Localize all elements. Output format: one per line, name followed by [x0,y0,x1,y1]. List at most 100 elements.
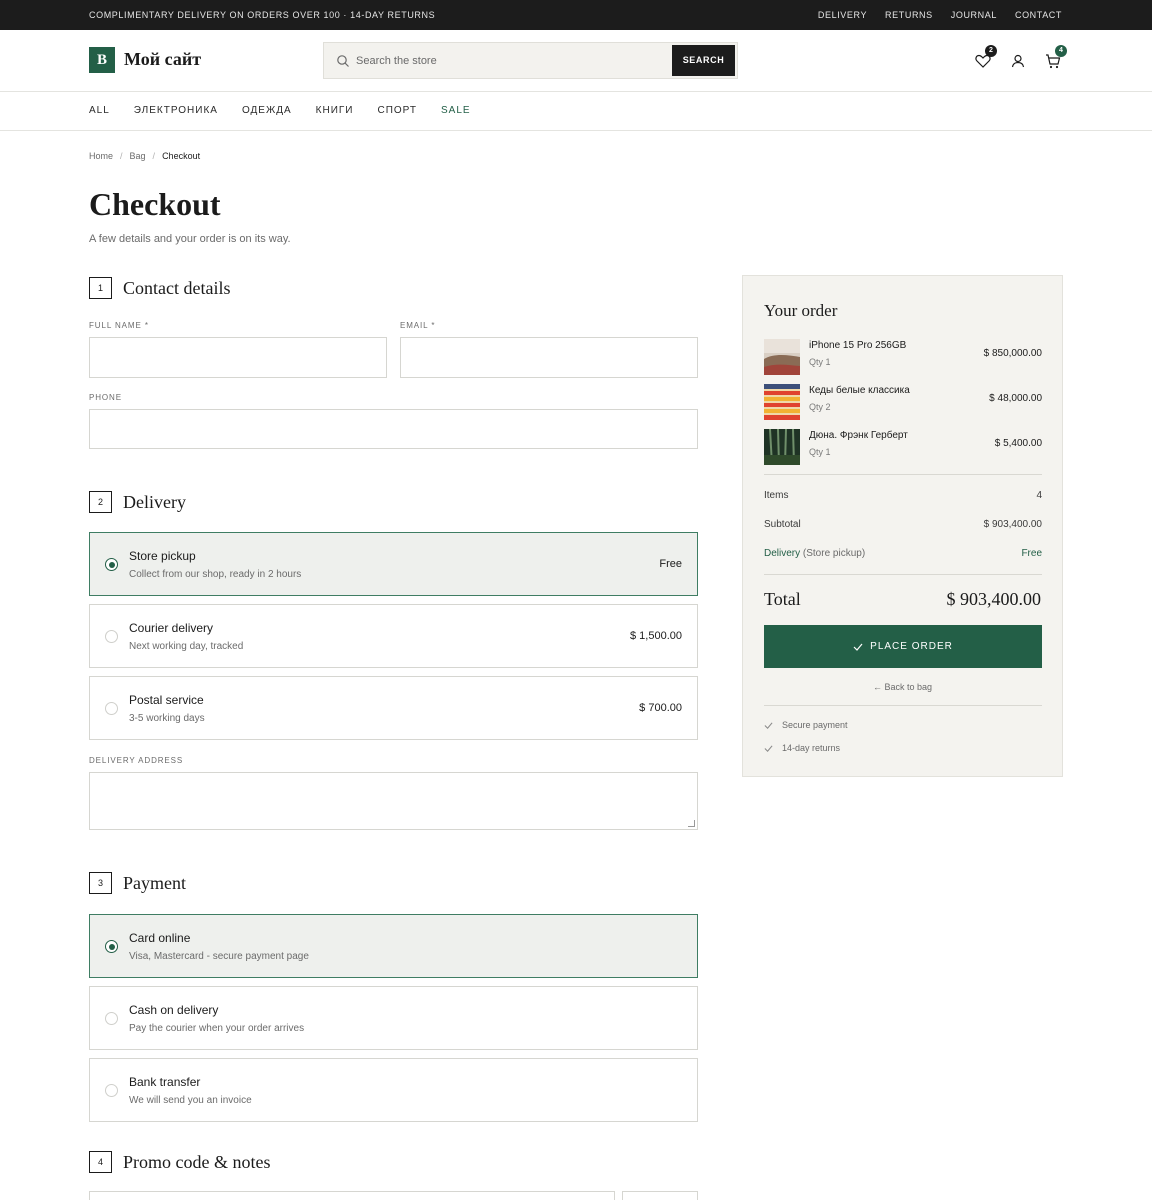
contact-section-header: 1 Contact details [89,277,230,299]
radio-button-selected[interactable] [105,940,118,953]
apply-promo-button[interactable] [622,1191,698,1200]
trust-label: Secure payment [782,720,848,730]
option-description: Visa, Mastercard - secure payment page [129,951,309,962]
header-icons: 2 4 [974,45,1067,70]
step-number: 4 [89,1151,112,1173]
delivery-label: Delivery [764,548,801,559]
item-name: Дюна. Фрэнк Герберт [809,430,908,441]
wishlist-count-badge: 2 [985,45,997,57]
search-icon [337,55,349,67]
announcement-bar: COMPLIMENTARY DELIVERY ON ORDERS OVER 10… [0,0,1152,30]
option-description: Collect from our shop, ready in 2 hours [129,569,302,580]
logo-mark[interactable]: B [89,47,115,73]
subtotal-label: Subtotal [764,519,801,530]
section-title: Delivery [123,491,186,512]
cart-button[interactable]: 4 [1044,45,1067,70]
radio-button[interactable] [105,702,118,715]
back-to-bag-link[interactable]: ← Back to bag [743,682,1062,692]
section-title: Payment [123,872,186,893]
delivery-value: Free [1021,548,1042,559]
full-name-label: FULL NAME * [89,321,149,330]
product-thumbnail [764,384,800,420]
wishlist-button[interactable]: 2 [974,45,997,70]
phone-label: PHONE [89,393,122,402]
option-description: Pay the courier when your order arrives [129,1023,305,1034]
breadcrumb: Home / Bag / Checkout [89,151,200,161]
nav-item-sale[interactable]: SALE [441,105,471,116]
section-title: Contact details [123,277,231,298]
check-icon [764,721,773,729]
step-number: 1 [89,277,112,299]
top-link-journal[interactable]: JOURNAL [951,10,997,20]
payment-option-cash[interactable]: Cash on delivery Pay the courier when yo… [89,986,698,1050]
breadcrumb-bag[interactable]: Bag [130,151,146,161]
search-bar: SEARCH [323,42,738,79]
page-title: Checkout [89,186,221,222]
option-description: We will send you an invoice [129,1095,252,1106]
item-qty: Qty 1 [809,447,831,457]
option-title: Courier delivery [129,621,214,635]
check-icon [853,643,863,651]
breadcrumb-separator: / [120,151,123,161]
top-link-delivery[interactable]: DELIVERY [818,10,867,20]
trust-item: 14-day returns [764,743,840,753]
email-label: EMAIL * [400,321,436,330]
item-qty: Qty 1 [809,357,831,367]
total-value: $ 903,400.00 [946,589,1042,609]
top-link-contact[interactable]: CONTACT [1015,10,1062,20]
payment-option-bank[interactable]: Bank transfer We will send you an invoic… [89,1058,698,1122]
option-title: Bank transfer [129,1075,201,1089]
place-order-label: PLACE ORDER [870,641,953,652]
site-name[interactable]: Мой сайт [124,49,201,70]
item-price: $ 850,000.00 [983,348,1042,359]
page-subtitle: A few details and your order is on its w… [89,233,291,245]
subtotal-value: $ 903,400.00 [983,519,1042,530]
site-header: B Мой сайт SEARCH 2 4 [0,30,1152,92]
nav-item-all[interactable]: ALL [89,105,110,116]
divider [764,474,1042,475]
radio-button[interactable] [105,1012,118,1025]
nav-item-clothing[interactable]: ОДЕЖДА [242,105,292,116]
payment-option-card[interactable]: Card online Visa, Mastercard - secure pa… [89,914,698,978]
promo-code-input[interactable] [89,1191,615,1200]
order-item: iPhone 15 Pro 256GB Qty 1 $ 850,000.00 [764,339,1042,376]
place-order-button[interactable]: PLACE ORDER [764,625,1042,668]
option-title: Cash on delivery [129,1003,219,1017]
order-item: Дюна. Фрэнк Герберт Qty 1 $ 5,400.00 [764,429,1042,466]
option-price: $ 1,500.00 [630,630,682,642]
category-nav: ALL ЭЛЕКТРОНИКА ОДЕЖДА КНИГИ СПОРТ SALE [0,92,1152,131]
radio-button[interactable] [105,630,118,643]
nav-item-books[interactable]: КНИГИ [316,105,354,116]
arrow-left-icon: ← [872,682,882,692]
phone-field[interactable] [89,409,698,449]
nav-item-electronics[interactable]: ЭЛЕКТРОНИКА [134,105,218,116]
delivery-method: (Store pickup) [802,548,866,559]
delivery-address-textarea[interactable] [89,772,698,830]
delivery-option-store-pickup[interactable]: Store pickup Collect from our shop, read… [89,532,698,596]
items-row: Items 4 [764,490,1042,501]
divider [764,705,1042,706]
back-to-bag-label: Back to bag [884,682,933,692]
radio-button-selected[interactable] [105,558,118,571]
top-link-returns[interactable]: RETURNS [885,10,933,20]
search-button[interactable]: SEARCH [672,45,735,76]
subtotal-row: Subtotal $ 903,400.00 [764,519,1042,530]
delivery-option-courier[interactable]: Courier delivery Next working day, track… [89,604,698,668]
breadcrumb-current: Checkout [162,151,201,161]
delivery-section-header: 2 Delivery [89,491,186,513]
option-description: 3-5 working days [129,713,205,724]
item-name: Кеды белые классика [809,385,910,396]
account-button[interactable] [1009,52,1027,70]
item-price: $ 48,000.00 [989,393,1042,404]
resize-handle-icon[interactable] [688,820,695,827]
trust-label: 14-day returns [782,743,841,753]
delivery-option-postal[interactable]: Postal service 3-5 working days $ 700.00 [89,676,698,740]
email-field[interactable] [400,337,698,378]
radio-button[interactable] [105,1084,118,1097]
divider [764,574,1042,575]
full-name-field[interactable] [89,337,387,378]
search-input[interactable] [356,43,666,78]
payment-section-header: 3 Payment [89,872,186,894]
breadcrumb-home[interactable]: Home [89,151,113,161]
nav-item-sport[interactable]: СПОРТ [377,105,417,116]
